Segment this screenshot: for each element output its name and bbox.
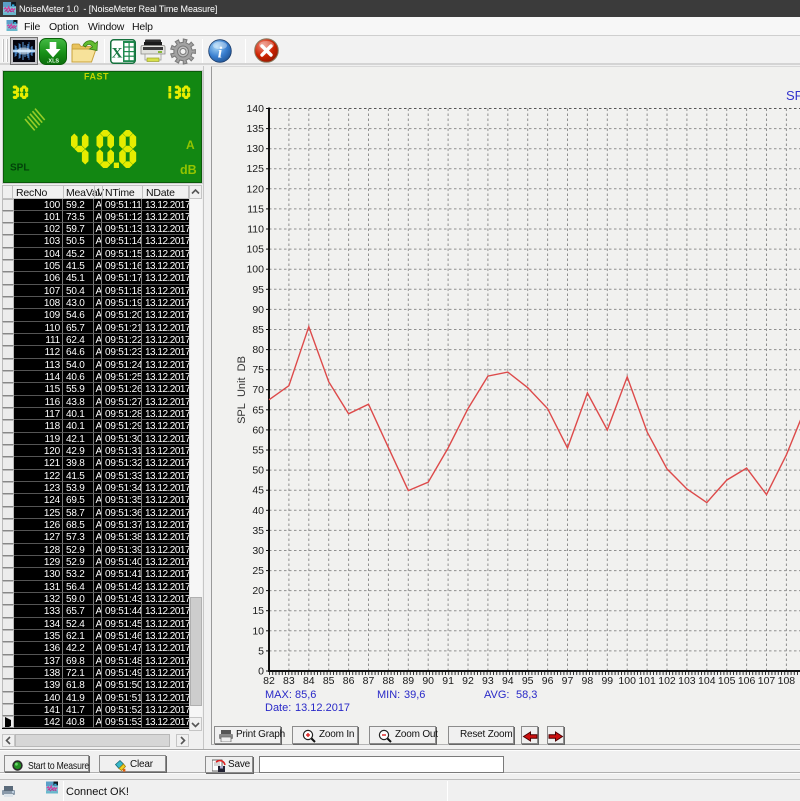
svg-text:15: 15 xyxy=(252,605,264,617)
svg-text:X: X xyxy=(112,46,123,62)
svg-text:105: 105 xyxy=(718,675,736,687)
svg-text:10: 10 xyxy=(252,625,264,637)
svg-text:105: 105 xyxy=(246,244,264,256)
svg-text:98: 98 xyxy=(582,675,594,687)
svg-text:45: 45 xyxy=(252,485,264,497)
svg-text:SPL Unit DB: SPL Unit DB xyxy=(236,356,248,424)
svg-text:106: 106 xyxy=(738,675,756,687)
svg-text:75: 75 xyxy=(252,364,264,376)
svg-text:94: 94 xyxy=(502,675,514,687)
svg-text:107: 107 xyxy=(758,675,776,687)
svg-text:.XLS: .XLS xyxy=(47,59,60,65)
svg-text:108: 108 xyxy=(778,675,796,687)
svg-text:90: 90 xyxy=(422,675,434,687)
svg-text:87: 87 xyxy=(363,675,375,687)
svg-text:65: 65 xyxy=(252,404,264,416)
svg-text:84: 84 xyxy=(303,675,315,687)
svg-text:92: 92 xyxy=(462,675,474,687)
svg-text:5: 5 xyxy=(258,645,264,657)
svg-text:101: 101 xyxy=(638,675,656,687)
svg-text:110: 110 xyxy=(247,224,264,236)
svg-text:100: 100 xyxy=(618,675,636,687)
svg-text:SPL: SPL xyxy=(786,88,800,103)
svg-text:140: 140 xyxy=(246,103,264,115)
svg-text:130: 130 xyxy=(246,143,264,155)
svg-text:82: 82 xyxy=(263,675,275,687)
svg-text:70: 70 xyxy=(252,384,264,396)
svg-text:A: A xyxy=(186,138,195,152)
svg-text:90: 90 xyxy=(252,304,264,316)
svg-text:85: 85 xyxy=(323,675,335,687)
svg-text:89: 89 xyxy=(402,675,414,687)
svg-text:125: 125 xyxy=(246,163,264,175)
svg-text:30: 30 xyxy=(252,545,264,557)
svg-text:95: 95 xyxy=(252,284,264,296)
svg-text:104: 104 xyxy=(698,675,716,687)
svg-text:83: 83 xyxy=(283,675,295,687)
svg-text:80: 80 xyxy=(252,344,264,356)
svg-text:SPL: SPL xyxy=(10,163,29,174)
svg-text:102: 102 xyxy=(658,675,676,687)
svg-text:86: 86 xyxy=(343,675,355,687)
svg-text:91: 91 xyxy=(442,675,454,687)
svg-text:135: 135 xyxy=(246,123,264,135)
svg-text:100: 100 xyxy=(246,264,264,276)
svg-text:dB: dB xyxy=(180,163,197,177)
svg-text:120: 120 xyxy=(246,183,264,195)
svg-text:97: 97 xyxy=(562,675,574,687)
svg-text:93: 93 xyxy=(482,675,494,687)
svg-text:96: 96 xyxy=(542,675,554,687)
svg-text:40: 40 xyxy=(252,505,264,517)
svg-text:55: 55 xyxy=(252,445,264,457)
svg-text:95: 95 xyxy=(522,675,534,687)
svg-text:25: 25 xyxy=(252,565,264,577)
svg-text:35: 35 xyxy=(252,525,264,537)
svg-text:20: 20 xyxy=(252,585,264,597)
svg-text:50: 50 xyxy=(252,465,264,477)
svg-text:88: 88 xyxy=(383,675,395,687)
svg-text:60: 60 xyxy=(252,424,264,436)
svg-text:85: 85 xyxy=(252,324,264,336)
svg-text:115: 115 xyxy=(247,203,264,215)
svg-text:i: i xyxy=(218,45,223,62)
svg-text:99: 99 xyxy=(601,675,613,687)
svg-text:FAST: FAST xyxy=(84,72,109,82)
svg-text:103: 103 xyxy=(678,675,696,687)
